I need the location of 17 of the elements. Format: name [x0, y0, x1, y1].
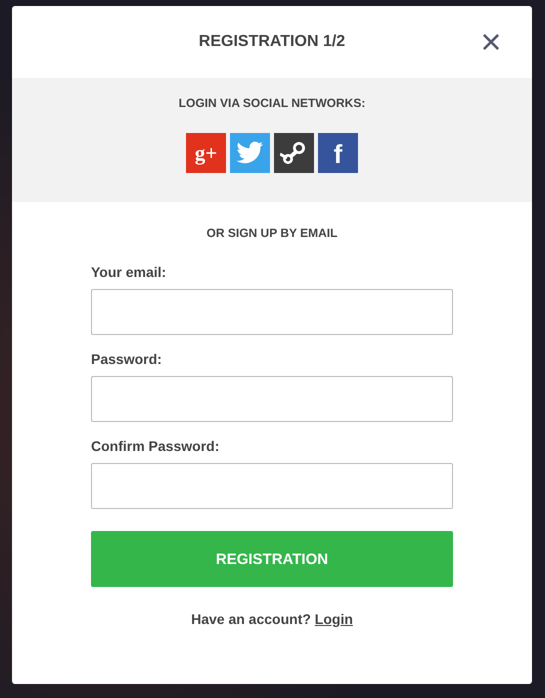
- bird-icon: [236, 141, 264, 165]
- input-field[interactable]: [91, 376, 453, 422]
- field-label: Password:: [91, 351, 163, 367]
- field-label: Your email:: [91, 264, 168, 280]
- modal-title: REGISTRATION 1/2: [198, 33, 346, 51]
- login-link[interactable]: Login: [314, 611, 353, 627]
- field-label: Confirm Password:: [91, 438, 220, 454]
- input-field[interactable]: [91, 463, 453, 509]
- section-heading: OR SIGN UP BY EMAIL: [206, 226, 338, 240]
- social-heading: LOGIN VIA SOCIAL NETWORKS:: [178, 96, 366, 110]
- input-field[interactable]: [91, 289, 453, 335]
- google-login-button[interactable]: g+: [186, 133, 226, 173]
- close-button[interactable]: ×: [478, 26, 504, 58]
- steam-login-button[interactable]: [274, 133, 314, 173]
- account-text: Have an account? Login: [191, 611, 353, 627]
- steam-icon: [280, 139, 308, 167]
- facebook-login-button[interactable]: f: [318, 133, 358, 173]
